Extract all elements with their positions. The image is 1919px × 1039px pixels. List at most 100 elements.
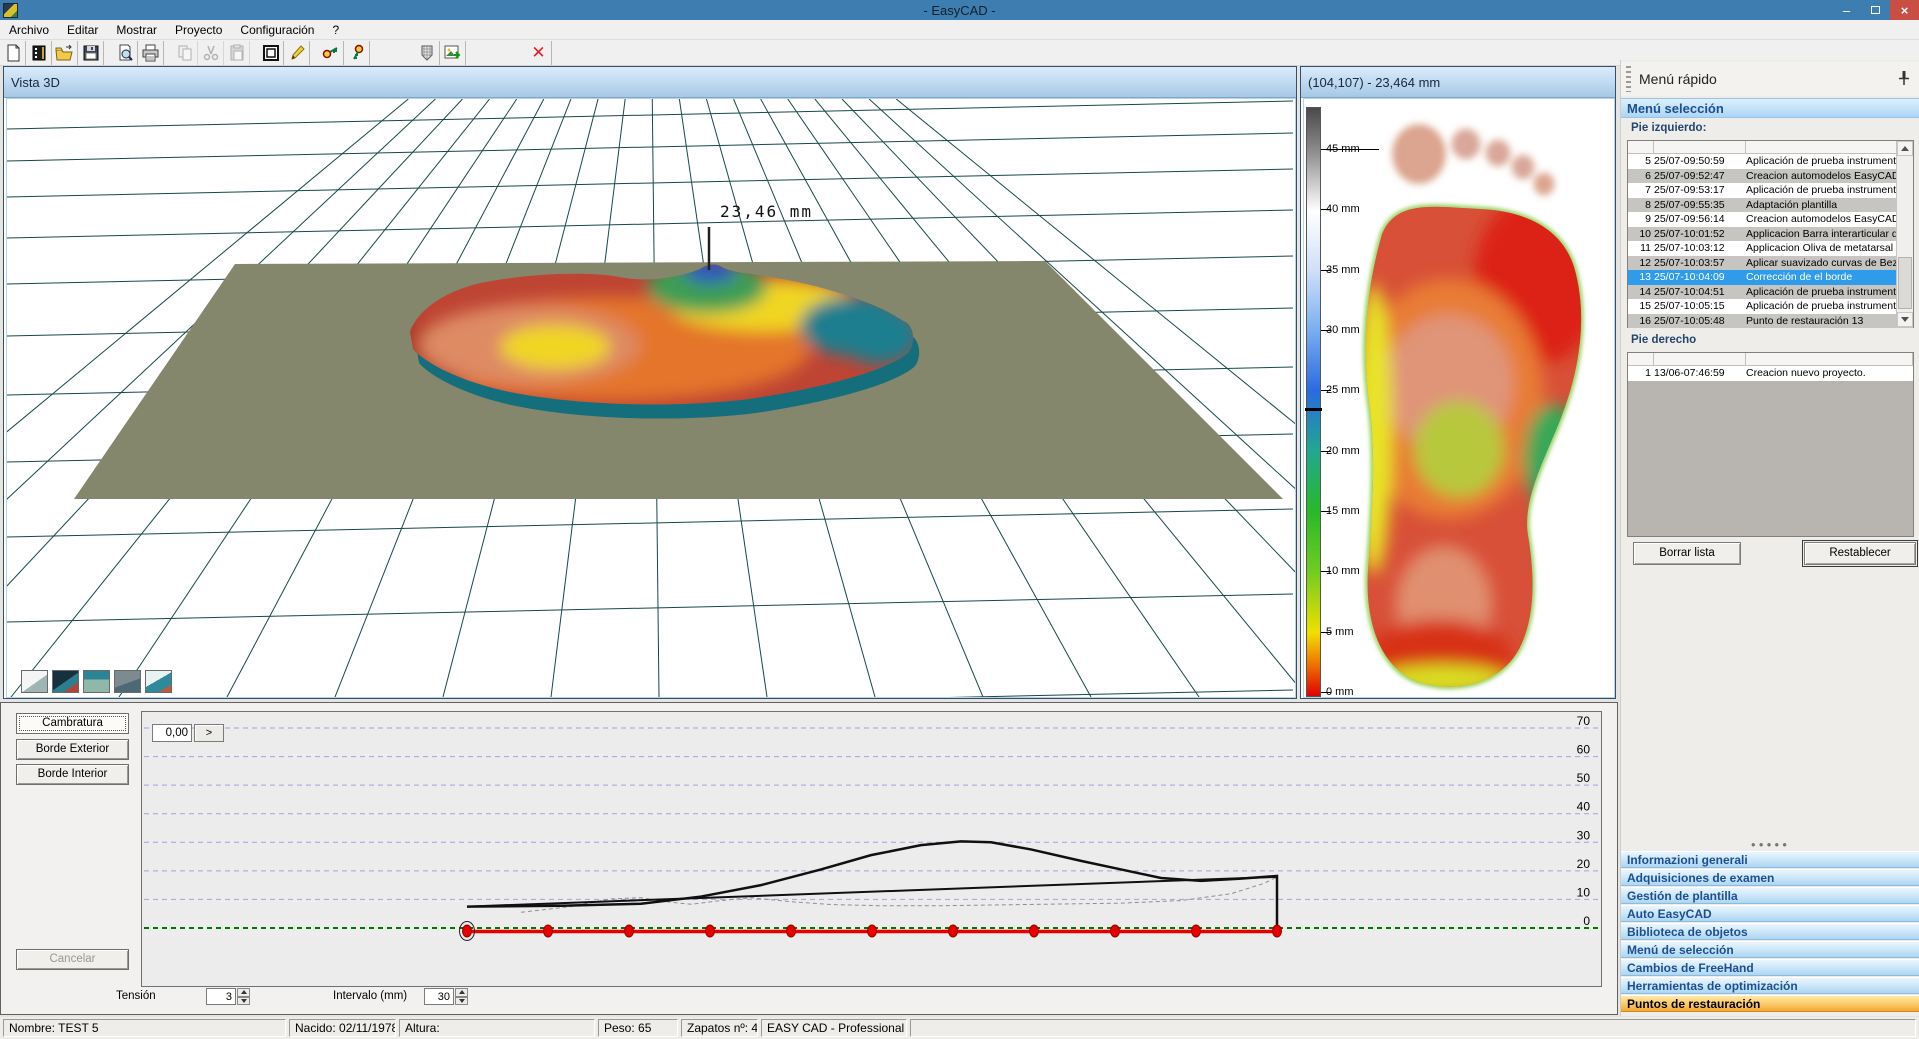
history-row[interactable]: 1225/07-10:03:57Aplicar suavizado curvas… — [1628, 256, 1913, 271]
paste-icon[interactable] — [224, 41, 250, 65]
view-thumbnail-3[interactable] — [83, 670, 110, 693]
history-row[interactable]: 113/06-07:46:59Creacion nuevo proyecto. — [1628, 366, 1913, 381]
history-row[interactable]: 625/07-09:52:47Creacion automodelos Easy… — [1628, 169, 1913, 184]
window-frame-icon[interactable] — [258, 41, 284, 65]
history-row[interactable]: 725/07-09:53:17Aplicación de prueba inst… — [1628, 183, 1913, 198]
list-scrollbar[interactable] — [1896, 141, 1913, 327]
control-point[interactable] — [1192, 925, 1201, 937]
sidebar-nav-gesti-n-de-plantilla[interactable]: Gestión de plantilla — [1621, 887, 1919, 904]
new-document-icon[interactable] — [0, 41, 26, 65]
apply-value-button[interactable]: > — [194, 724, 224, 742]
right-foot-history-list[interactable]: 113/06-07:46:59Creacion nuevo proyecto. — [1627, 352, 1914, 537]
tension-up[interactable] — [237, 988, 250, 997]
cut-icon[interactable] — [198, 41, 224, 65]
nav-grip-dots[interactable]: ●●●●● — [1621, 840, 1919, 849]
control-point[interactable] — [706, 925, 715, 937]
menu-item-mostrar[interactable]: Mostrar — [107, 21, 166, 39]
svg-text:10: 10 — [1577, 885, 1591, 899]
menu-item-archivo[interactable]: Archivo — [0, 21, 58, 39]
profile-graph[interactable]: 706050403020100 0,00 > — [141, 711, 1602, 987]
history-row[interactable]: 525/07-09:50:59Aplicación de prueba inst… — [1628, 154, 1913, 169]
control-point[interactable] — [787, 925, 796, 937]
history-row[interactable]: 825/07-09:55:35Adaptación plantilla — [1628, 198, 1913, 213]
tension-down[interactable] — [237, 997, 250, 1006]
history-row[interactable]: 1025/07-10:01:52Applicacion Barra intera… — [1628, 227, 1913, 242]
restore-button[interactable]: Restablecer — [1804, 542, 1916, 565]
sidebar-nav-puntos-de-restauraci-n[interactable]: Puntos de restauración — [1621, 995, 1919, 1012]
control-point[interactable] — [1111, 925, 1120, 937]
export-image-icon[interactable] — [440, 41, 466, 65]
control-point[interactable] — [1030, 925, 1039, 937]
interval-down[interactable] — [455, 997, 468, 1006]
project-archive-icon[interactable] — [26, 41, 52, 65]
foot-map-window: (104,107) - 23,464 mm 45 mm40 mm35 mm30 … — [1300, 66, 1616, 699]
menu-item-?[interactable]: ? — [323, 21, 348, 39]
scale-label: 20 mm — [1326, 445, 1378, 457]
menu-item-configuracin[interactable]: Configuración — [231, 21, 323, 39]
close-button[interactable]: × — [1890, 0, 1919, 20]
history-row[interactable]: 1425/07-10:04:51Aplicación de prueba ins… — [1628, 285, 1913, 300]
draw-pencil-icon[interactable] — [284, 41, 310, 65]
minimize-button[interactable]: – — [1832, 0, 1861, 20]
key-tool-left-icon[interactable] — [318, 41, 344, 65]
sidebar-nav-cambios-de-freehand[interactable]: Cambios de FreeHand — [1621, 959, 1919, 976]
sidebar-nav-auto-easycad[interactable]: Auto EasyCAD — [1621, 905, 1919, 922]
view-thumbnail-5[interactable] — [145, 670, 172, 693]
hatch-fill-icon[interactable] — [414, 41, 440, 65]
scroll-thumb[interactable] — [1898, 257, 1912, 309]
svg-text:0: 0 — [1583, 914, 1590, 928]
height-value-field[interactable]: 0,00 — [152, 724, 192, 742]
key-tool-right-icon[interactable] — [344, 41, 370, 65]
interval-up[interactable] — [455, 988, 468, 997]
control-point[interactable] — [1273, 925, 1282, 937]
scale-label: 35 mm — [1326, 264, 1378, 276]
control-point[interactable] — [544, 925, 553, 937]
history-row[interactable]: 1525/07-10:05:15Aplicación de prueba ins… — [1628, 299, 1913, 314]
control-point[interactable] — [463, 925, 472, 937]
view-thumbnail-4[interactable] — [114, 670, 141, 693]
save-icon[interactable] — [78, 41, 104, 65]
menu-item-editar[interactable]: Editar — [58, 21, 107, 39]
history-row[interactable]: 1625/07-10:05:48Punto de restauración 13 — [1628, 314, 1913, 329]
control-point[interactable] — [949, 925, 958, 937]
control-point[interactable] — [868, 925, 877, 937]
sidebar-nav-herramientas-de-optimizaci-n[interactable]: Herramientas de optimización — [1621, 977, 1919, 994]
history-row[interactable]: 925/07-09:56:14Creacion automodelos Easy… — [1628, 212, 1913, 227]
tension-value[interactable]: 3 — [206, 988, 236, 1005]
scale-label: 40 mm — [1326, 203, 1378, 215]
copy-icon[interactable] — [172, 41, 198, 65]
maximize-button[interactable] — [1861, 0, 1890, 20]
sidebar-nav-informazioni-generali[interactable]: Informazioni generali — [1621, 851, 1919, 868]
interval-value[interactable]: 30 — [424, 988, 454, 1005]
left-foot-history-list[interactable]: 525/07-09:50:59Aplicación de prueba inst… — [1627, 140, 1914, 328]
sidebar-nav-men-de-selecci-n[interactable]: Menú de selección — [1621, 941, 1919, 958]
control-point[interactable] — [625, 925, 634, 937]
borde-exterior-button[interactable]: Borde Exterior — [16, 739, 129, 760]
vista-3d-viewport[interactable]: 23,46 mm — [6, 98, 1296, 698]
tension-spinner[interactable] — [237, 988, 250, 1005]
foot-map-viewport[interactable]: 45 mm40 mm35 mm30 mm25 mm20 mm15 mm10 mm… — [1303, 98, 1615, 698]
borde-interior-button[interactable]: Borde Interior — [16, 764, 129, 785]
print-preview-icon[interactable] — [112, 41, 138, 65]
scale-label: 45 mm — [1326, 143, 1378, 155]
interval-spinner[interactable] — [455, 988, 468, 1005]
scroll-down-arrow[interactable] — [1897, 312, 1913, 327]
cambratura-button[interactable]: Cambratura — [16, 713, 129, 734]
history-row[interactable]: 1325/07-10:04:09Corrección de el borde — [1628, 270, 1913, 285]
print-icon[interactable] — [138, 41, 164, 65]
menu-item-proyecto[interactable]: Proyecto — [166, 21, 231, 39]
clear-list-button[interactable]: Borrar lista — [1633, 542, 1741, 565]
title-bar: - EasyCAD - – × — [0, 0, 1919, 20]
drag-grip[interactable] — [1626, 66, 1631, 92]
cancel-button[interactable]: Cancelar — [16, 949, 129, 970]
close-project-icon[interactable]: ✕ — [526, 41, 552, 65]
scroll-up-arrow[interactable] — [1897, 141, 1913, 156]
view-thumbnail-1[interactable] — [21, 670, 48, 693]
sidebar-nav-adquisiciones-de-examen[interactable]: Adquisiciones de examen — [1621, 869, 1919, 886]
open-folder-icon[interactable] — [52, 41, 78, 65]
sidebar-nav-biblioteca-de-objetos[interactable]: Biblioteca de objetos — [1621, 923, 1919, 940]
menu-bar: ArchivoEditarMostrarProyectoConfiguració… — [0, 20, 1919, 40]
pin-icon[interactable] — [1896, 70, 1912, 86]
view-thumbnail-2[interactable] — [52, 670, 79, 693]
history-row[interactable]: 1125/07-10:03:12Applicacion Oliva de met… — [1628, 241, 1913, 256]
